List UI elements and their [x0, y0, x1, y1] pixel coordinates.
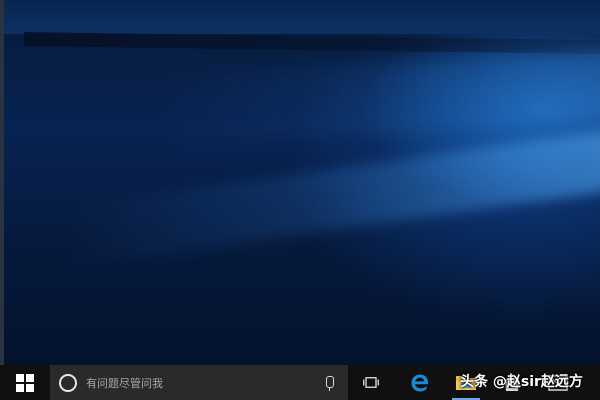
- edge-browser-icon: [411, 374, 428, 392]
- watermark: 头条 @赵sir赵远方: [460, 374, 583, 390]
- screen: 有问题尽管问我 头条 @赵sir赵远方: [0, 0, 600, 400]
- start-button[interactable]: [0, 365, 50, 400]
- wallpaper-light-beam-upper: [162, 46, 600, 144]
- task-view-icon: [363, 377, 379, 388]
- microphone-icon[interactable]: [326, 376, 334, 391]
- wallpaper-top-band: [4, 0, 600, 34]
- desktop-wallpaper[interactable]: [4, 0, 600, 365]
- task-view-button[interactable]: [356, 365, 388, 400]
- edge-taskbar-button[interactable]: [402, 365, 438, 400]
- search-input-placeholder[interactable]: 有问题尽管问我: [86, 375, 163, 391]
- cortana-icon: [59, 373, 77, 392]
- search-box[interactable]: 有问题尽管问我: [50, 365, 348, 400]
- wallpaper-light-beam: [65, 120, 600, 266]
- wallpaper-dark-beam: [23, 32, 600, 55]
- windows-logo-icon: [16, 373, 34, 392]
